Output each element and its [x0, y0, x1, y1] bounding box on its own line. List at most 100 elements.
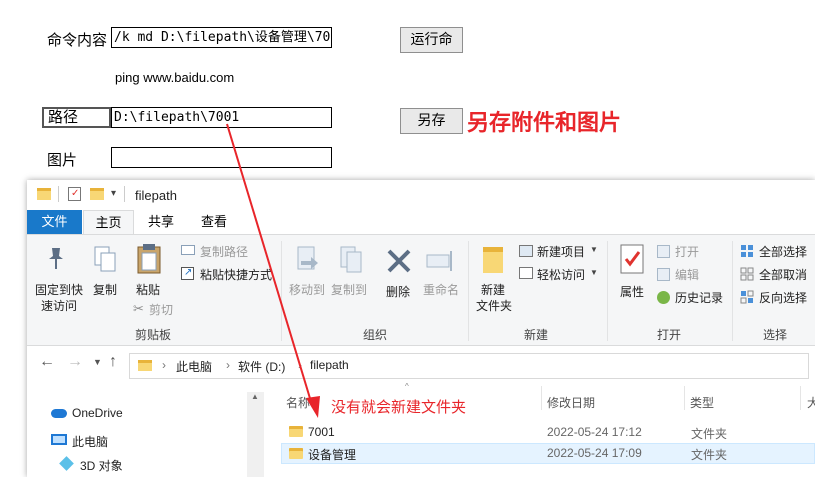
image-input[interactable]	[111, 147, 332, 168]
rename-button[interactable]: 重命名	[423, 281, 459, 298]
copy-to-button[interactable]: 复制到	[331, 281, 367, 298]
command-input[interactable]: /k md D:\filepath\设备管理\7001	[111, 27, 332, 48]
paste-button[interactable]: 粘贴	[136, 281, 160, 298]
recent-locations-icon[interactable]: ▼	[93, 357, 102, 367]
breadcrumb-this-pc[interactable]: 此电脑	[176, 358, 212, 375]
new-item-icon	[519, 245, 533, 257]
folder-icon	[289, 448, 303, 459]
group-separator	[607, 241, 608, 341]
path-input[interactable]: D:\filepath\7001	[111, 107, 332, 128]
chevron-down-icon[interactable]: ▼	[590, 245, 598, 254]
new-folder-icon	[483, 247, 503, 273]
this-pc-icon	[51, 434, 67, 445]
copy-button[interactable]: 复制	[93, 281, 117, 298]
chevron-down-icon[interactable]: ▼	[590, 268, 598, 277]
invert-selection-button[interactable]: 反向选择	[759, 289, 807, 306]
select-group-label: 选择	[763, 328, 788, 342]
select-none-icon	[740, 267, 754, 281]
forward-icon[interactable]: →	[67, 353, 83, 371]
ribbon-tabs: 文件 主页 共享 查看	[27, 210, 815, 234]
divider	[58, 186, 59, 202]
breadcrumb-separator: ›	[162, 358, 166, 372]
breadcrumb-separator: ›	[298, 358, 302, 372]
tab-share[interactable]: 共享	[137, 210, 185, 234]
easy-access-icon	[519, 267, 533, 279]
select-none-button[interactable]: 全部取消	[759, 266, 807, 283]
column-divider[interactable]	[541, 386, 542, 410]
column-header-size[interactable]: 大	[807, 394, 815, 411]
file-date: 2022-05-24 17:09	[547, 446, 642, 460]
file-row[interactable]: 7001 2022-05-24 17:12 文件夹	[281, 422, 815, 443]
image-label: 图片	[47, 151, 78, 169]
file-name: 7001	[308, 425, 335, 439]
breadcrumb-filepath[interactable]: filepath	[310, 358, 349, 372]
file-row[interactable]: 设备管理 2022-05-24 17:09 文件夹	[281, 443, 815, 464]
run-button[interactable]: 运行命	[400, 27, 463, 53]
properties-quick-icon[interactable]: ✓	[68, 187, 81, 201]
command-hint: ping www.baidu.com	[115, 70, 235, 85]
copy-to-icon	[340, 246, 362, 273]
pin-button-line2[interactable]: 速访问	[41, 297, 77, 314]
pin-button-line1[interactable]: 固定到快	[35, 281, 83, 298]
nav-item-3d-objects[interactable]: 3D 对象	[80, 457, 123, 474]
onedrive-icon	[51, 409, 67, 418]
file-date: 2022-05-24 17:12	[547, 425, 642, 439]
group-separator	[732, 241, 733, 341]
tab-home[interactable]: 主页	[83, 210, 134, 234]
group-separator	[468, 241, 469, 341]
rename-icon	[426, 251, 452, 271]
copy-path-button[interactable]: 复制路径	[200, 243, 248, 260]
copy-icon	[94, 246, 116, 272]
nav-pane-scrollbar[interactable]: ▲	[247, 392, 264, 477]
history-button[interactable]: 历史记录	[675, 289, 723, 306]
folder-icon	[138, 360, 152, 371]
folder-icon	[37, 188, 51, 200]
address-bar-row: ← → ▼ ↑ › 此电脑 › 软件 (D:) › filepath	[27, 347, 815, 385]
invert-selection-icon	[740, 290, 754, 304]
command-label: 命令内容	[47, 31, 108, 49]
column-header-date[interactable]: 修改日期	[547, 394, 595, 411]
properties-button[interactable]: 属性	[620, 283, 644, 300]
delete-button[interactable]: 删除	[386, 283, 410, 300]
cut-button[interactable]: 剪切	[149, 301, 173, 318]
move-to-button[interactable]: 移动到	[289, 281, 325, 298]
3d-objects-icon	[59, 456, 74, 471]
column-header-name[interactable]: 名称	[286, 394, 310, 411]
back-icon[interactable]: ←	[39, 353, 55, 371]
column-divider[interactable]	[684, 386, 685, 410]
organize-group-label: 组织	[363, 328, 388, 342]
tab-file[interactable]: 文件	[27, 210, 82, 234]
edit-button[interactable]: 编辑	[675, 266, 699, 283]
nav-item-this-pc[interactable]: 此电脑	[72, 433, 108, 450]
clipboard-group-label: 剪贴板	[135, 328, 172, 342]
tab-view[interactable]: 查看	[190, 210, 238, 234]
new-group-label: 新建	[524, 328, 549, 342]
new-item-button[interactable]: 新建项目	[537, 243, 585, 260]
scissors-icon: ✂	[133, 301, 144, 316]
paste-shortcut-button[interactable]: 粘贴快捷方式	[200, 266, 272, 283]
nav-item-onedrive[interactable]: OneDrive	[72, 406, 123, 420]
new-folder-button-line2[interactable]: 文件夹	[476, 297, 512, 314]
new-folder-quick-icon[interactable]	[90, 188, 104, 200]
open-group-label: 打开	[657, 328, 682, 342]
sort-ascending-icon: ^	[405, 382, 409, 391]
breadcrumb-drive[interactable]: 软件 (D:)	[238, 358, 285, 375]
paste-shortcut-icon: ↗	[181, 267, 194, 280]
address-bar[interactable]: › 此电脑 › 软件 (D:) › filepath	[129, 353, 809, 379]
paste-icon	[137, 244, 161, 274]
properties-icon	[620, 244, 644, 274]
edit-icon	[657, 268, 670, 281]
customize-toolbar-icon[interactable]: ▾	[111, 188, 116, 199]
save-as-button[interactable]: 另存	[400, 108, 463, 134]
new-folder-button-line1[interactable]: 新建	[481, 281, 505, 298]
window-title: filepath	[135, 188, 177, 203]
column-divider[interactable]	[800, 386, 801, 410]
open-button[interactable]: 打开	[675, 243, 699, 260]
path-label: 路径	[42, 107, 111, 128]
title-bar: ✓ ▾ filepath	[27, 180, 815, 210]
column-header-type[interactable]: 类型	[690, 394, 714, 411]
select-all-button[interactable]: 全部选择	[759, 243, 807, 260]
easy-access-button[interactable]: 轻松访问	[537, 266, 585, 283]
up-icon[interactable]: ↑	[109, 353, 117, 371]
delete-icon	[387, 249, 411, 273]
